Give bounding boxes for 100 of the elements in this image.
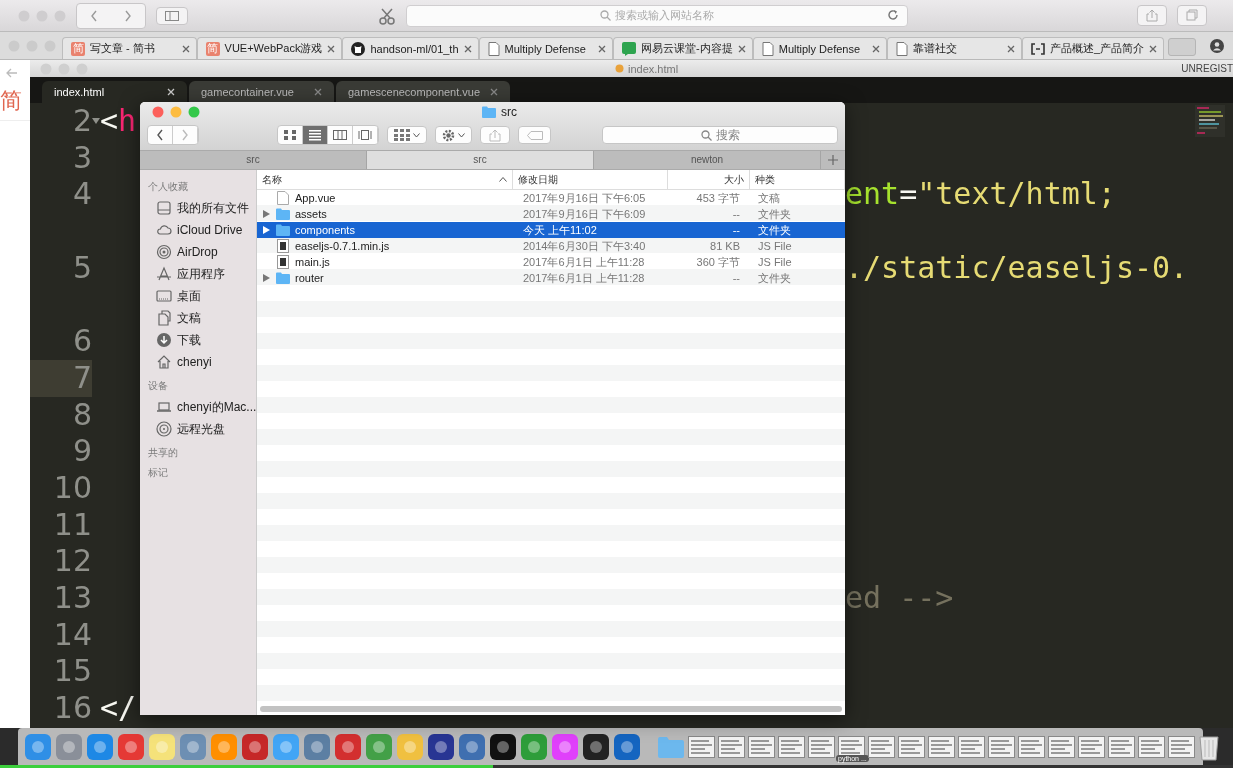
airdrop-icon <box>156 244 172 260</box>
browser-tab[interactable]: handson-ml/01_th <box>342 37 479 59</box>
column-header[interactable]: 种类 <box>755 172 775 187</box>
code-text: ed --> <box>845 579 954 615</box>
sidebar-item[interactable]: 远程光盘 <box>148 418 256 440</box>
browser-tab[interactable]: Multiply Defense <box>478 37 614 59</box>
sidebar-item[interactable]: chenyi <box>148 351 256 373</box>
search-icon <box>600 10 611 21</box>
file-row[interactable]: main.js 2017年6月1日 上午11:28 360 字节 JS File <box>257 254 845 270</box>
column-header[interactable]: 大小 <box>724 172 744 187</box>
sidebar-item[interactable]: 桌面 <box>148 285 256 307</box>
tag-button[interactable] <box>518 126 551 144</box>
close-icon[interactable] <box>872 44 881 53</box>
browser-tab[interactable]: 简 VUE+WebPack游戏 <box>196 37 343 59</box>
browser-tab[interactable]: 网易云课堂-内容提 <box>613 37 753 59</box>
document-thumbnail[interactable] <box>808 735 835 758</box>
file-row[interactable]: assets 2017年9月16日 下午6:09 -- 文件夹 <box>257 206 845 222</box>
editor-tab[interactable]: gamescenecomponent.vue <box>336 81 511 103</box>
line-number: 5 <box>72 249 92 287</box>
search-icon <box>700 129 712 141</box>
license-notice: UNREGIST <box>1181 63 1233 74</box>
action-button[interactable] <box>435 126 472 144</box>
close-icon[interactable] <box>181 44 190 53</box>
list-view-button[interactable] <box>303 126 328 144</box>
view-mode-control[interactable] <box>277 125 379 145</box>
column-header[interactable]: 修改日期 <box>518 172 558 187</box>
sidebar-item[interactable]: chenyi的Mac... <box>148 396 256 418</box>
search-field[interactable]: 搜索 <box>602 126 838 144</box>
editor-tab[interactable]: gamecontainer.vue <box>189 81 334 103</box>
caret-icon <box>413 132 420 138</box>
document-thumbnail[interactable] <box>748 735 775 758</box>
line-number: 8 <box>72 396 92 434</box>
sidebar-item[interactable]: iCloud Drive <box>148 219 256 241</box>
document-thumbnail[interactable] <box>1138 735 1165 758</box>
document-thumbnail[interactable] <box>898 735 925 758</box>
file-row[interactable]: App.vue 2017年9月16日 下午6:05 453 字节 文稿 <box>257 190 845 206</box>
document-thumbnail[interactable] <box>688 735 715 758</box>
modified-date: 2014年6月30日 下午3:40 <box>523 239 646 252</box>
document-thumbnail[interactable] <box>868 735 895 758</box>
file-size: -- <box>732 272 740 284</box>
file-size: 360 字节 <box>696 255 740 268</box>
file-kind: 文件夹 <box>758 223 791 236</box>
file-kind: 文件夹 <box>758 207 791 220</box>
close-icon[interactable] <box>1006 44 1015 53</box>
document-thumbnail[interactable] <box>778 735 805 758</box>
document-thumbnail[interactable] <box>1108 735 1135 758</box>
sidebar-heading: 标记 <box>148 466 169 480</box>
reload-icon[interactable] <box>887 8 899 21</box>
document-thumbnail[interactable] <box>838 735 865 758</box>
close-icon[interactable] <box>463 44 472 53</box>
fold-arrow-icon[interactable] <box>92 118 100 125</box>
file-row[interactable]: easeljs-0.7.1.min.js 2014年6月30日 下午3:40 81 KB JS File <box>257 238 845 254</box>
app-icon[interactable] <box>489 732 517 761</box>
document-thumbnail[interactable] <box>988 735 1015 758</box>
browser-tab[interactable]: 靠谱社交 <box>887 37 1022 59</box>
path-tab[interactable]: src <box>367 151 594 169</box>
app-icon[interactable] <box>582 732 610 761</box>
sidebar-item[interactable]: 我的所有文件 <box>148 197 256 219</box>
document-thumbnail[interactable] <box>1018 735 1045 758</box>
back-arrow-icon[interactable] <box>6 68 18 78</box>
gear-icon <box>442 128 455 142</box>
sidebar-item[interactable]: 应用程序 <box>148 263 256 285</box>
close-icon[interactable] <box>598 44 607 53</box>
window-control-icon[interactable] <box>188 106 200 118</box>
browser-tab[interactable]: 产品概述_产品简介 <box>1021 37 1165 59</box>
modified-date: 2017年6月1日 上午11:28 <box>523 255 645 268</box>
close-icon[interactable] <box>737 44 746 53</box>
document-thumbnail[interactable] <box>928 735 955 758</box>
column-header[interactable]: 名称 <box>262 172 282 187</box>
sidebar-item[interactable]: 文稿 <box>148 307 256 329</box>
file-row[interactable]: router 2017年6月1日 上午11:28 -- 文件夹 <box>257 270 845 286</box>
documents-icon <box>156 310 172 326</box>
path-tab[interactable]: newton <box>594 151 821 169</box>
share-button[interactable] <box>480 126 510 144</box>
sidebar-button[interactable] <box>156 6 188 25</box>
sort-caret-icon[interactable] <box>499 177 507 182</box>
icon-view-icon <box>283 129 297 141</box>
document-thumbnail[interactable] <box>718 735 745 758</box>
app-icon[interactable] <box>427 732 455 761</box>
document-thumbnail[interactable] <box>1048 735 1075 758</box>
browser-tab[interactable]: 简 写文章 - 简书 <box>62 37 197 59</box>
document-thumbnail[interactable] <box>1168 735 1195 758</box>
close-icon[interactable] <box>327 44 336 53</box>
file-row[interactable]: components 今天 上午11:02 -- 文件夹 <box>257 222 845 238</box>
editor-tab[interactable]: index.html <box>42 81 187 103</box>
sidebar-item[interactable]: 下载 <box>148 329 256 351</box>
disclosure-triangle-icon[interactable] <box>263 274 270 282</box>
code-text: ./static/easeljs-0. <box>845 249 1189 285</box>
window-control-icon[interactable] <box>152 106 164 118</box>
person-icon[interactable] <box>1210 39 1224 53</box>
arrange-button[interactable] <box>387 126 427 144</box>
modified-date: 2017年6月1日 上午11:28 <box>523 271 645 284</box>
scrollbar[interactable] <box>260 706 842 712</box>
scissors-icon[interactable] <box>378 6 396 25</box>
line-number: 13 <box>53 579 92 617</box>
document-thumbnail[interactable] <box>958 735 985 758</box>
document-thumbnail[interactable] <box>1078 735 1105 758</box>
sidebar-item[interactable]: AirDrop <box>148 241 256 263</box>
browser-tab[interactable]: Multiply Defense <box>752 37 888 59</box>
close-icon[interactable] <box>1149 44 1158 53</box>
